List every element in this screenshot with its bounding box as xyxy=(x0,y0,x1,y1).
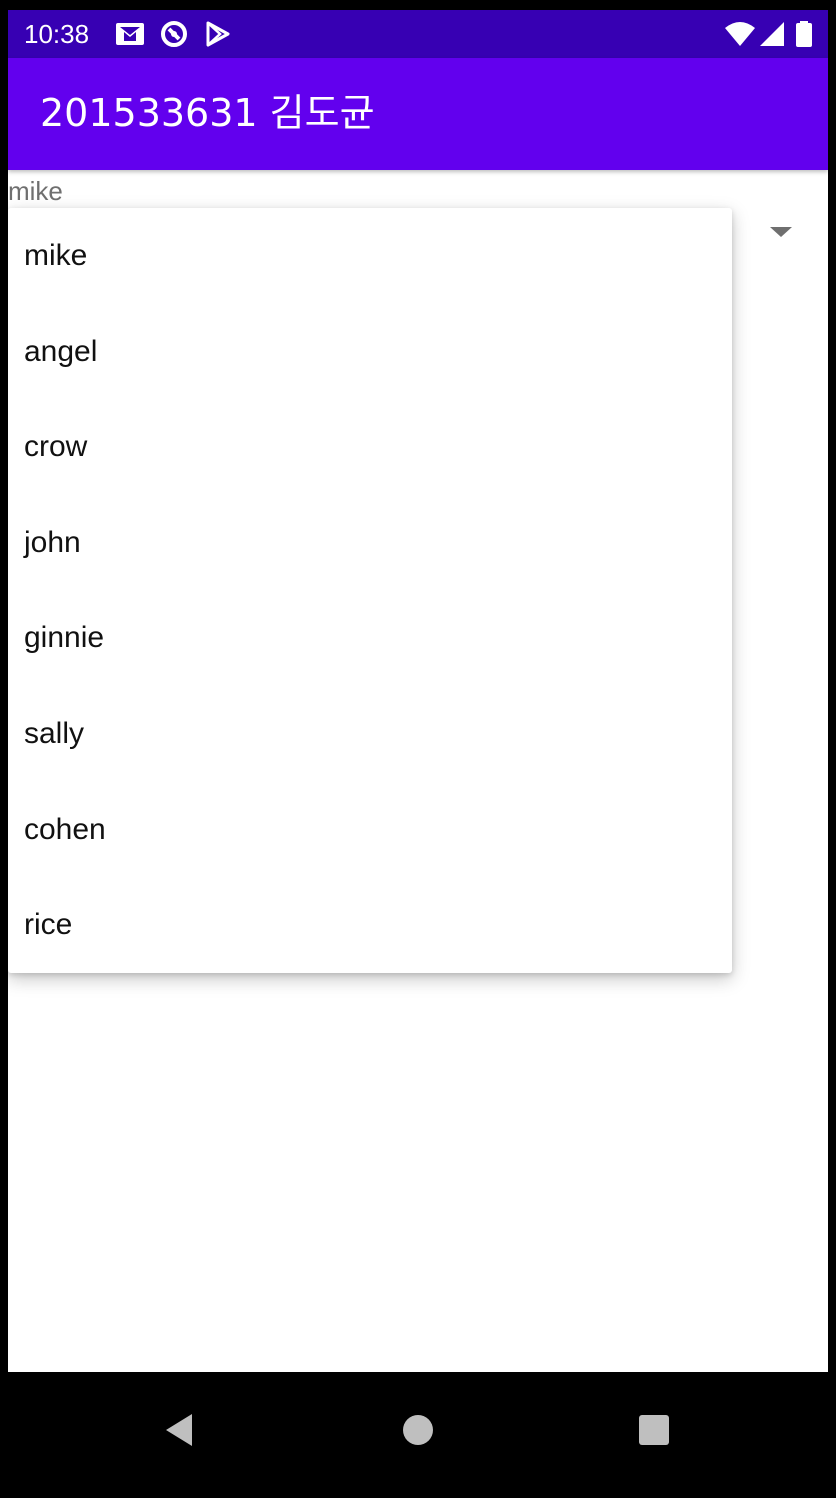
dropdown-item-label: sally xyxy=(24,716,85,750)
wifi-icon xyxy=(725,22,755,46)
app-title: 201533631 김도균 xyxy=(40,91,375,135)
home-icon[interactable] xyxy=(388,1400,448,1460)
dropdown-item-label: angel xyxy=(24,334,98,368)
dropdown-item-label: rice xyxy=(24,908,73,942)
status-bar: 10:38 xyxy=(8,10,828,58)
dropdown-item-cohen[interactable]: cohen xyxy=(8,782,732,878)
spinner-selected-value[interactable]: mike xyxy=(8,175,63,207)
dropdown-item-label: cohen xyxy=(24,812,106,846)
dropdown-arrow-icon[interactable] xyxy=(768,224,794,240)
dropdown-item-rice[interactable]: rice xyxy=(8,877,732,973)
gmail-icon xyxy=(116,23,144,45)
dropdown-item-mike[interactable]: mike xyxy=(8,208,732,304)
dropdown-item-label: ginnie xyxy=(24,621,105,655)
dropdown-item-angel[interactable]: angel xyxy=(8,304,732,400)
navigation-bar xyxy=(0,1372,836,1498)
battery-icon xyxy=(796,21,812,47)
dropdown-item-sally[interactable]: sally xyxy=(8,686,732,782)
dropdown-item-john[interactable]: john xyxy=(8,495,732,591)
dropdown-item-crow[interactable]: crow xyxy=(8,399,732,495)
back-icon[interactable] xyxy=(150,1400,210,1460)
dropdown-item-label: crow xyxy=(24,430,88,464)
sync-icon xyxy=(161,21,187,47)
dropdown-item-ginnie[interactable]: ginnie xyxy=(8,590,732,686)
play-store-icon xyxy=(206,21,230,47)
dropdown-item-label: john xyxy=(24,525,81,559)
app-bar: 201533631 김도균 xyxy=(8,58,828,170)
recents-icon[interactable] xyxy=(624,1400,684,1460)
signal-icon xyxy=(760,22,784,46)
app-screen: 10:38 201533631 김도균 mike mike angel crow… xyxy=(8,10,828,1372)
status-time: 10:38 xyxy=(24,19,90,49)
spinner-dropdown-list: mike angel crow john ginnie sally cohen … xyxy=(8,208,732,973)
dropdown-item-label: mike xyxy=(24,239,88,272)
